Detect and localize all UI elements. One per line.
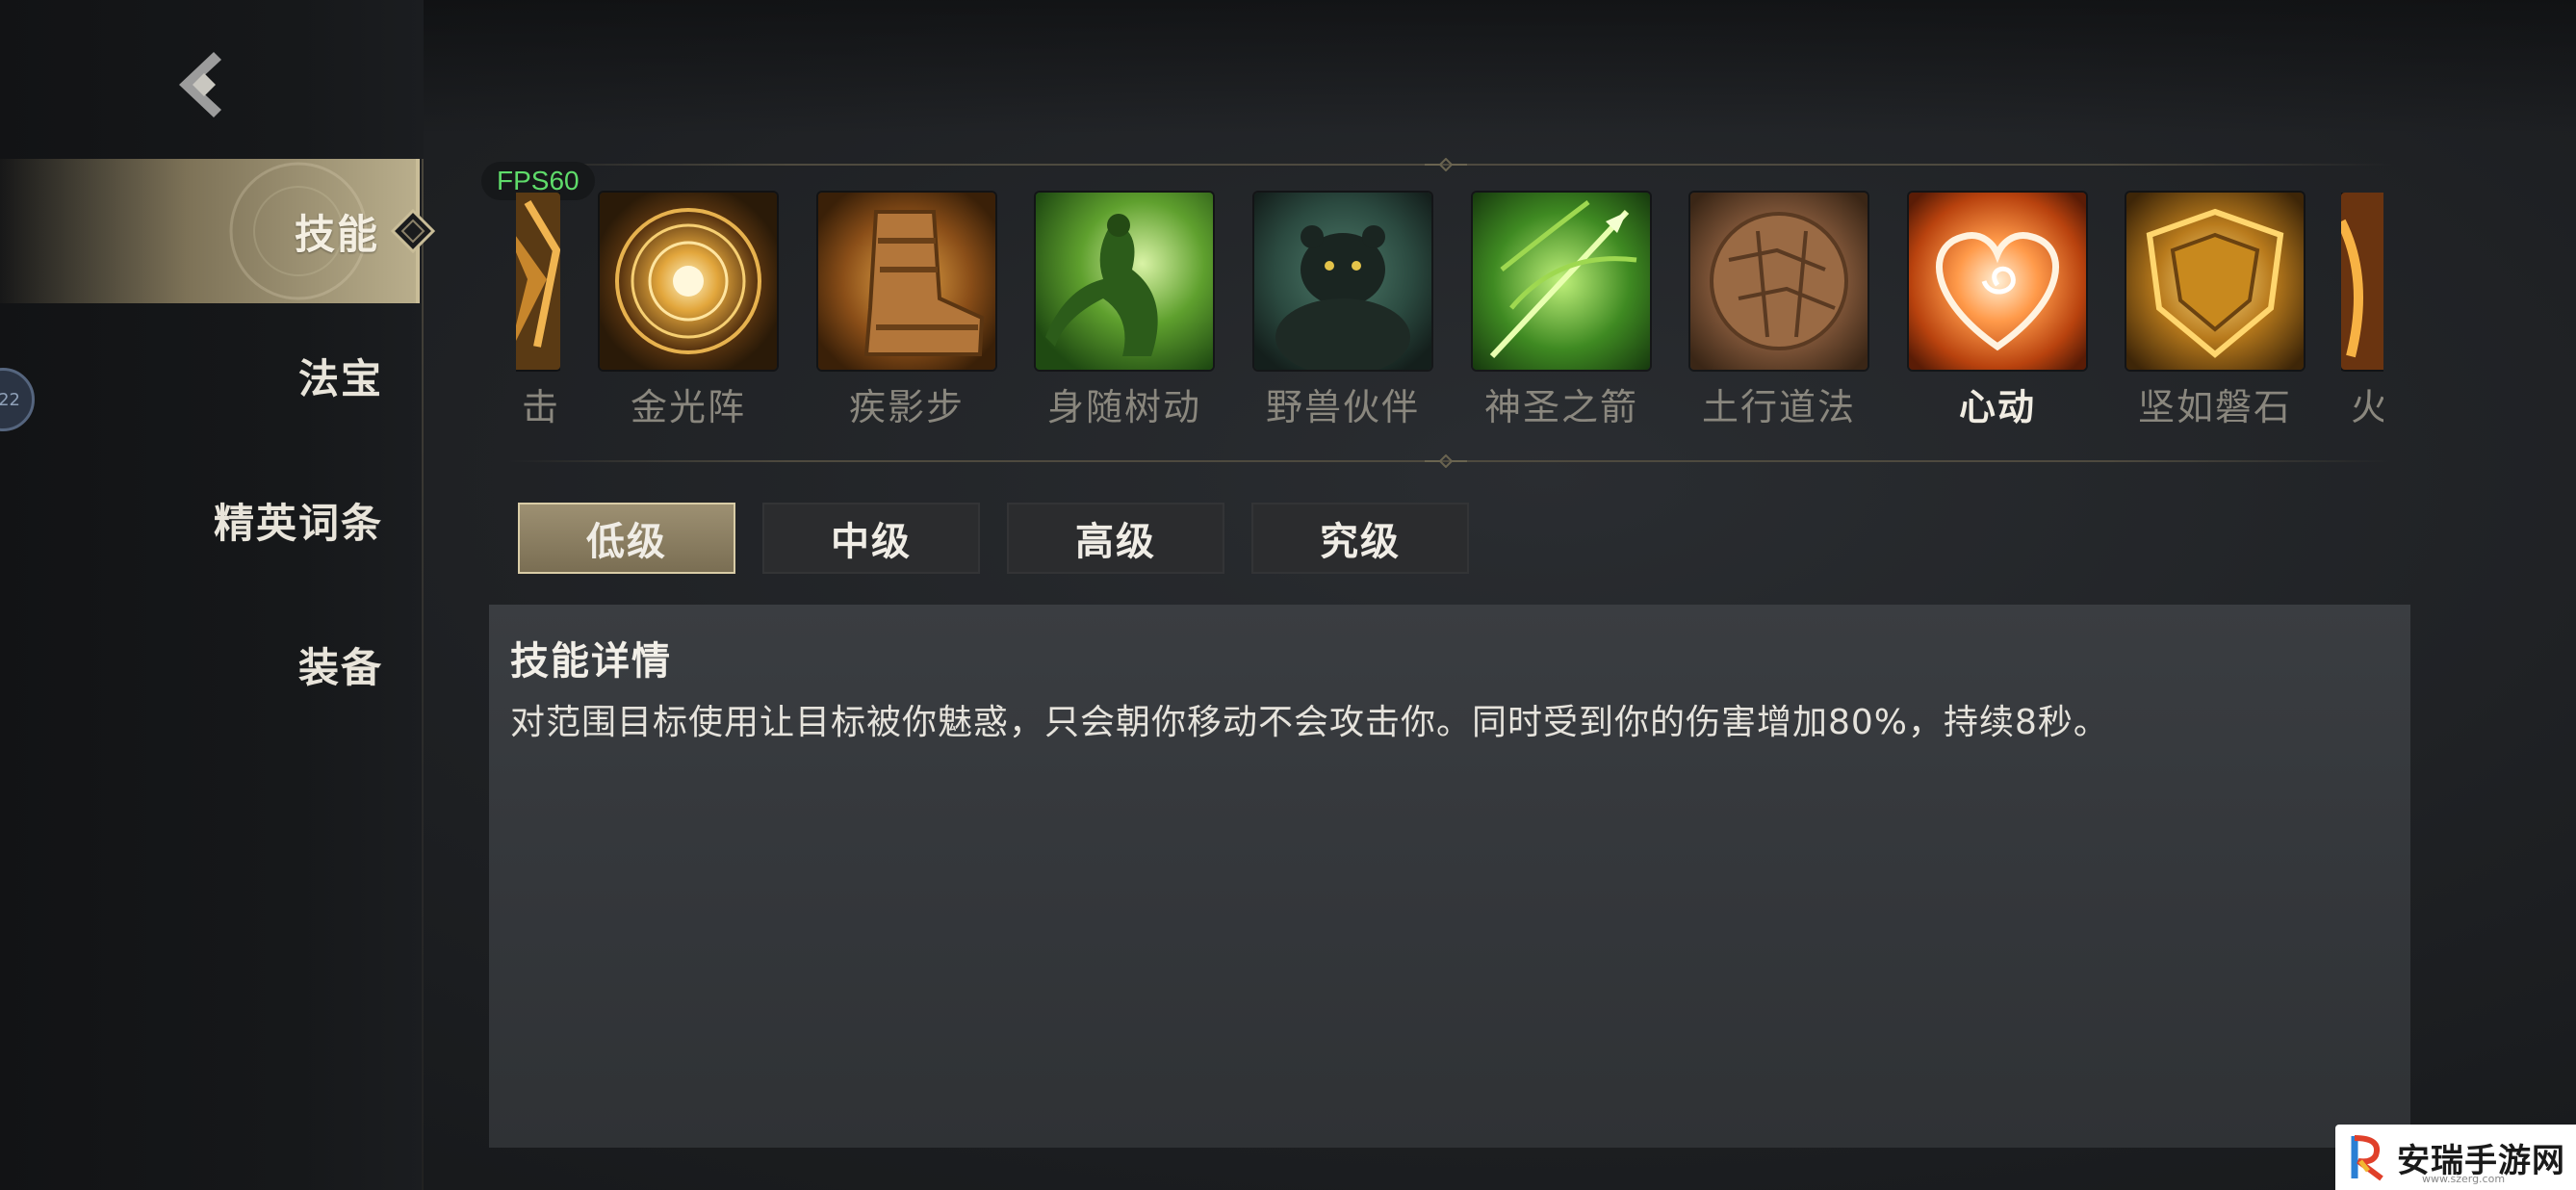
partial-skill-icon [516,193,560,370]
sidebar-item-elite-affix[interactable]: 精英词条 [0,448,420,592]
beast-companion-icon [1254,193,1431,370]
swift-shadow-boot-icon [818,193,995,370]
skill-holy-arrow[interactable]: 神圣之箭 [1473,193,1650,430]
holy-arrow-icon [1473,193,1650,370]
sidebar-divider [422,159,424,1190]
tab-tier-low[interactable]: 低级 [518,503,735,574]
tab-tier-high[interactable]: 高级 [1007,503,1224,574]
selected-diamond-icon [391,209,435,253]
rock-shield-icon [2126,193,2304,370]
partial-skill-icon [2341,193,2383,370]
skill-name: 坚如磐石 [2137,386,2292,428]
earth-taoism-icon [1690,193,1868,370]
ornament-icon [1425,454,1467,468]
sun-emblem-icon [229,162,368,300]
golden-light-array-icon [600,193,777,370]
sidebar-item-treasure[interactable]: 法宝 [0,303,420,448]
skill-tree-movement[interactable]: 身随树动 [1036,193,1213,430]
watermark-logo-icon [2351,1135,2383,1181]
skill-partial-right[interactable]: 火 [2341,193,2383,433]
tab-label: 究级 [1320,520,1401,564]
tab-label: 低级 [586,520,667,564]
skill-name: 金光阵 [630,386,746,428]
tab-tier-ultimate[interactable]: 究级 [1251,503,1469,574]
skill-name: 野兽伙伴 [1265,386,1420,428]
skill-name: 神圣之箭 [1483,386,1638,428]
heart-charm-icon [1909,193,2086,370]
skill-detail-description: 对范围目标使用让目标被你魅惑，只会朝你移动不会攻击你。同时受到你的伤害增加80%… [510,703,2109,742]
skill-earth-taoism[interactable]: 土行道法 [1690,193,1868,430]
watermark-url: www.szerg.com [2422,1173,2506,1185]
skill-name: 心动 [1958,386,2036,428]
tab-tier-mid[interactable]: 中级 [762,503,980,574]
skill-detail-title: 技能详情 [510,639,672,684]
sidebar-item-label: 技能 [294,210,379,258]
tab-label: 中级 [831,520,912,564]
skill-name: 身随树动 [1046,386,1201,428]
tree-movement-icon [1036,193,1213,370]
sidebar-item-label: 法宝 [297,354,383,402]
back-chevron-icon [179,52,221,117]
skill-rock-solid[interactable]: 坚如磐石 [2126,193,2304,430]
skill-swift-shadow-step[interactable]: 疾影步 [818,193,995,430]
sidebar-item-skills[interactable]: 技能 [0,159,435,303]
sidebar-item-label: 装备 [297,643,383,691]
back-button[interactable] [166,48,239,121]
skill-name: 击 [521,386,560,428]
ornament-icon [1425,158,1467,171]
skill-partial-left[interactable]: 击 [516,193,560,433]
skill-heart-charm[interactable]: 心动 [1909,193,2086,430]
sidebar-item-label: 精英词条 [213,499,383,547]
sidebar-item-equipment[interactable]: 装备 [0,592,420,737]
tab-label: 高级 [1075,520,1156,564]
skill-name: 火 [2351,386,2383,428]
watermark: 安瑞手游网 www.szerg.com [2335,1125,2576,1190]
skill-golden-light-array[interactable]: 金光阵 [600,193,777,430]
skill-beast-companion[interactable]: 野兽伙伴 [1254,193,1431,430]
game-screen: 22 技能 法宝 精英词条 装备 FPS60 击 金光阵 疾影步 身随树动 野兽… [0,0,2576,1190]
skill-name: 土行道法 [1701,386,1856,428]
skill-name: 疾影步 [848,386,965,428]
skill-detail-panel: 技能详情 对范围目标使用让目标被你魅惑，只会朝你移动不会攻击你。同时受到你的伤害… [489,605,2410,1148]
